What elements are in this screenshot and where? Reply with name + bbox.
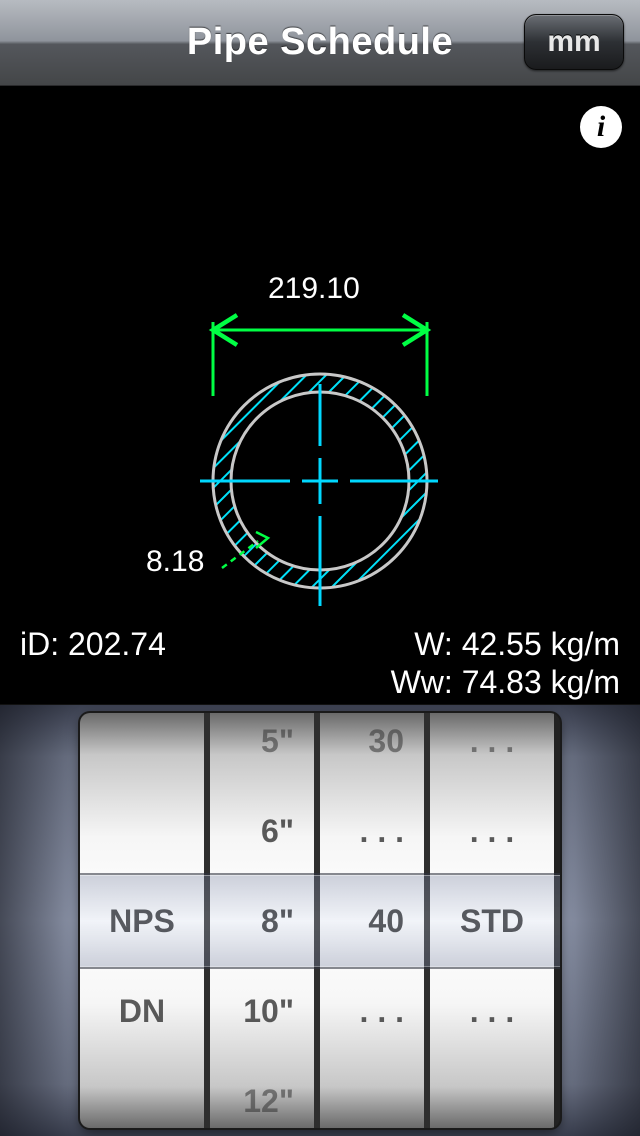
picker-column-standard[interactable]: NPS DN <box>80 713 210 1128</box>
picker-column-size[interactable]: 5" 6" 8" 10" 12" <box>210 713 320 1128</box>
picker-item[interactable] <box>80 713 204 786</box>
picker-column-schedule-num[interactable]: 30 . . . 40 . . . <box>320 713 430 1128</box>
header-bar: Pipe Schedule mm <box>0 0 640 86</box>
page-title: Pipe Schedule <box>187 21 453 64</box>
unit-toggle-button[interactable]: mm <box>524 14 624 70</box>
inner-diameter-readout: iD: 202.74 <box>20 626 166 663</box>
picker-item[interactable] <box>320 1056 410 1128</box>
picker-frame: NPS DN 5" 6" 8" 10" 12" 30 . . . 40 . . … <box>80 713 560 1128</box>
picker-item[interactable]: NPS <box>80 876 204 966</box>
picker-item[interactable]: 8" <box>210 876 300 966</box>
picker-item[interactable]: 40 <box>320 876 410 966</box>
water-weight-readout: Ww: 74.83 kg/m <box>391 664 620 701</box>
picker-item[interactable]: 30 <box>320 713 410 786</box>
picker-item[interactable] <box>430 1056 554 1128</box>
picker-item[interactable]: 10" <box>210 966 300 1056</box>
picker-area: NPS DN 5" 6" 8" 10" 12" 30 . . . 40 . . … <box>0 704 640 1136</box>
picker-column-schedule-name[interactable]: . . . . . . STD . . . <box>430 713 554 1128</box>
picker-item[interactable]: . . . <box>320 786 410 876</box>
pipe-diagram-area: i <box>0 86 640 704</box>
picker-item[interactable]: . . . <box>430 966 554 1056</box>
picker-item[interactable]: . . . <box>430 713 554 786</box>
pipe-cross-section-diagram <box>0 86 640 704</box>
picker-item[interactable]: . . . <box>320 966 410 1056</box>
picker-item[interactable]: 6" <box>210 786 300 876</box>
outer-diameter-value: 219.10 <box>268 272 360 306</box>
picker-item[interactable] <box>80 1056 204 1128</box>
picker-item[interactable]: 5" <box>210 713 300 786</box>
picker-item[interactable]: . . . <box>430 786 554 876</box>
picker-item[interactable]: 12" <box>210 1056 300 1128</box>
picker-item[interactable] <box>80 786 204 876</box>
weight-readout: W: 42.55 kg/m <box>414 626 620 663</box>
picker-item[interactable]: DN <box>80 966 204 1056</box>
picker-item[interactable]: STD <box>430 876 554 966</box>
wall-thickness-value: 8.18 <box>146 545 204 579</box>
